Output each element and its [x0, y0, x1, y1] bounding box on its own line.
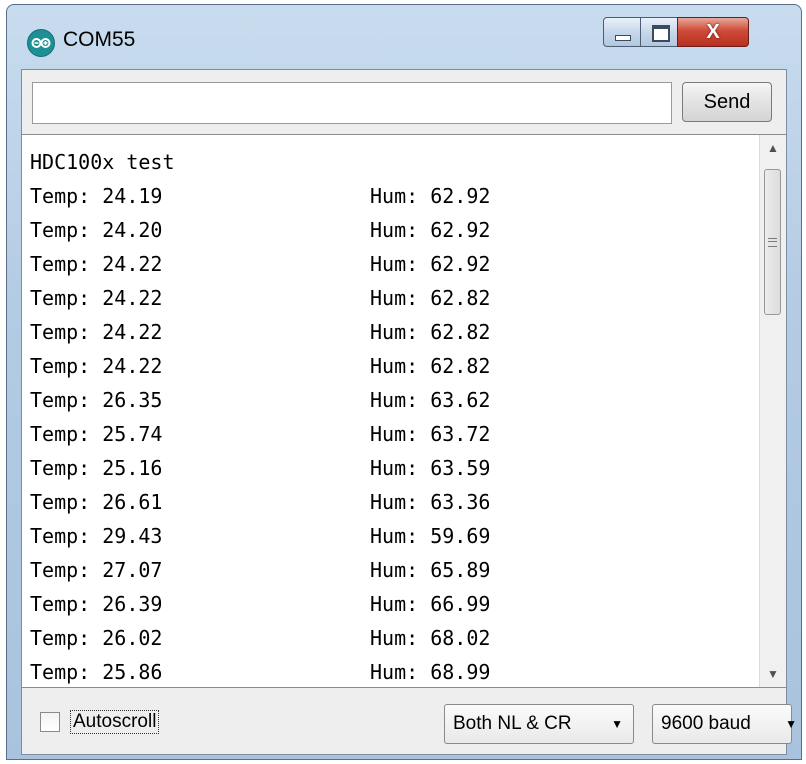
output-line: Temp: 24.22 Hum: 62.92: [30, 247, 730, 281]
humidity-reading: Hum: 59.69: [370, 524, 491, 548]
maximize-button[interactable]: [640, 17, 678, 47]
temp-reading: Temp: 26.35: [30, 388, 163, 412]
output-line: Temp: 25.74 Hum: 63.72: [30, 417, 730, 451]
scroll-thumb[interactable]: [764, 169, 781, 315]
output-line: Temp: 24.22 Hum: 62.82: [30, 349, 730, 383]
humidity-reading: Hum: 62.82: [370, 286, 491, 310]
send-button[interactable]: Send: [682, 82, 772, 122]
temp-reading: Temp: 24.20: [30, 218, 163, 242]
minimize-icon: [615, 35, 631, 41]
output-header-line: HDC100x test: [30, 150, 175, 174]
temp-reading: Temp: 25.86: [30, 660, 163, 684]
scroll-down-arrow-icon[interactable]: ▼: [760, 661, 786, 687]
humidity-reading: Hum: 62.82: [370, 354, 491, 378]
vertical-scrollbar[interactable]: ▲ ▼: [759, 135, 786, 687]
temp-reading: Temp: 26.61: [30, 490, 163, 514]
temp-reading: Temp: 24.19: [30, 184, 163, 208]
output-line: Temp: 26.35 Hum: 63.62: [30, 383, 730, 417]
temp-reading: Temp: 29.43: [30, 524, 163, 548]
arduino-icon: [27, 29, 55, 57]
title-bar[interactable]: COM55 X: [7, 5, 801, 69]
minimize-button[interactable]: [603, 17, 641, 47]
maximize-icon: [652, 25, 670, 42]
temp-reading: Temp: 25.16: [30, 456, 163, 480]
serial-monitor-client: Send HDC100x test Temp: 24.19 Hum: 62.92 T…: [21, 69, 797, 755]
output-line: Temp: 25.16 Hum: 63.59: [30, 451, 730, 485]
humidity-reading: Hum: 62.92: [370, 252, 491, 276]
output-line: Temp: 25.86 Hum: 68.99: [30, 655, 730, 687]
humidity-reading: Hum: 63.59: [370, 456, 491, 480]
humidity-reading: Hum: 62.82: [370, 320, 491, 344]
output-line: Temp: 27.07 Hum: 65.89: [30, 553, 730, 587]
humidity-reading: Hum: 68.02: [370, 626, 491, 650]
chevron-down-icon: ▼: [611, 717, 623, 731]
humidity-reading: Hum: 62.92: [370, 218, 491, 242]
humidity-reading: Hum: 63.62: [370, 388, 491, 412]
output-line: Temp: 26.02 Hum: 68.02: [30, 621, 730, 655]
humidity-reading: Hum: 66.99: [370, 592, 491, 616]
output-line: Temp: 24.22 Hum: 62.82: [30, 315, 730, 349]
output-line: Temp: 26.39 Hum: 66.99: [30, 587, 730, 621]
output-line: Temp: 29.43 Hum: 59.69: [30, 519, 730, 553]
line-ending-value: Both NL & CR: [453, 713, 572, 734]
autoscroll-label[interactable]: Autoscroll: [70, 710, 160, 734]
baud-rate-select[interactable]: 9600 baud ▼: [652, 704, 797, 744]
output-line: Temp: 24.19 Hum: 62.92: [30, 179, 730, 213]
temp-reading: Temp: 24.22: [30, 252, 163, 276]
scroll-up-arrow-icon[interactable]: ▲: [760, 135, 786, 161]
temp-reading: Temp: 27.07: [30, 558, 163, 582]
output-line: Temp: 24.20 Hum: 62.92: [30, 213, 730, 247]
chevron-down-icon: ▼: [785, 717, 797, 731]
temp-reading: Temp: 26.02: [30, 626, 163, 650]
close-button[interactable]: X: [677, 17, 749, 47]
serial-input[interactable]: [32, 82, 672, 124]
close-icon: X: [706, 21, 720, 43]
output-line: Temp: 24.22 Hum: 62.82: [30, 281, 730, 315]
temp-reading: Temp: 24.22: [30, 320, 163, 344]
temp-reading: Temp: 25.74: [30, 422, 163, 446]
output-line: Temp: 26.61 Hum: 63.36: [30, 485, 730, 519]
temp-reading: Temp: 26.39: [30, 592, 163, 616]
temp-reading: Temp: 24.22: [30, 354, 163, 378]
humidity-reading: Hum: 65.89: [370, 558, 491, 582]
humidity-reading: Hum: 68.99: [370, 660, 491, 684]
humidity-reading: Hum: 63.72: [370, 422, 491, 446]
window-title: COM55: [63, 28, 136, 51]
serial-output[interactable]: HDC100x test Temp: 24.19 Hum: 62.92 Temp: …: [22, 134, 786, 688]
humidity-reading: Hum: 63.36: [370, 490, 491, 514]
autoscroll-checkbox[interactable]: [40, 712, 60, 732]
output-lines: HDC100x test Temp: 24.19 Hum: 62.92 Temp: …: [30, 145, 730, 687]
line-ending-select[interactable]: Both NL & CR ▼: [444, 704, 634, 744]
bottom-bar: Autoscroll Both NL & CR ▼ 9600 baud ▼: [22, 688, 797, 754]
baud-rate-value: 9600 baud: [661, 713, 751, 734]
humidity-reading: Hum: 62.92: [370, 184, 491, 208]
grip-icon: [768, 238, 777, 247]
serial-monitor-window: COM55 X Send HDC100x test Temp: 24.19 Hum…: [6, 4, 802, 760]
temp-reading: Temp: 24.22: [30, 286, 163, 310]
